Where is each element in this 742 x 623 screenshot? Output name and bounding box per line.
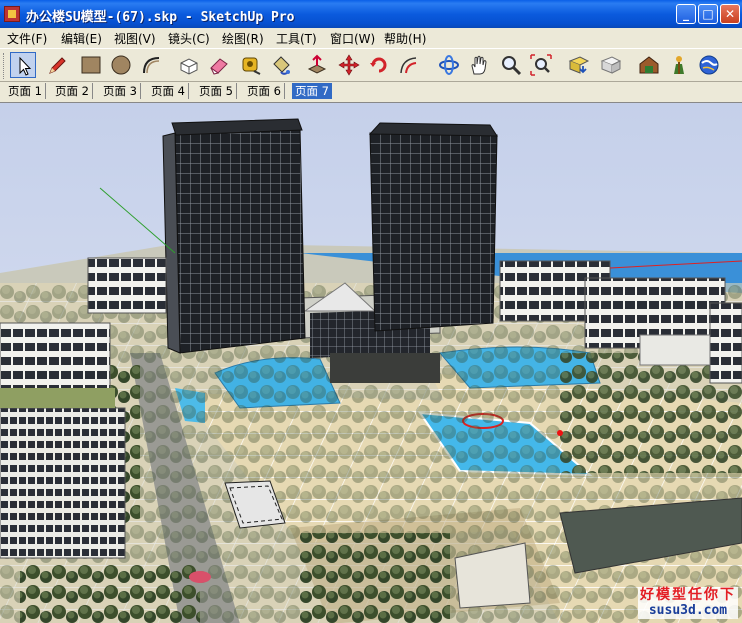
rectangle-tool-button[interactable] — [78, 52, 104, 78]
google-earth-tool-button[interactable] — [696, 52, 722, 78]
hand-icon — [471, 55, 487, 75]
pan-tool-button[interactable] — [466, 52, 492, 78]
menu-bar: 文件(F) 编辑(E) 视图(V) 镜头(C) 绘图(R) 工具(T) 窗口(W… — [0, 28, 742, 48]
orbit-icon — [439, 55, 459, 75]
arrow-cursor-icon — [19, 56, 32, 76]
offset-icon — [400, 57, 417, 74]
orbit-tool-button[interactable] — [436, 52, 462, 78]
menu-camera[interactable]: 镜头(C) — [168, 30, 210, 47]
rectangle-icon — [81, 56, 101, 74]
tab-scene-4[interactable]: 页面 4 — [148, 83, 189, 99]
zoom-tool-button[interactable] — [498, 52, 524, 78]
previous-view-icon — [568, 56, 590, 74]
tab-scene-6[interactable]: 页面 6 — [244, 83, 285, 99]
main-toolbar — [0, 48, 742, 82]
eraser-icon — [210, 58, 228, 75]
close-button[interactable]: ✕ — [720, 4, 740, 24]
line-tool-button[interactable] — [44, 52, 70, 78]
tape-measure-icon — [242, 57, 261, 75]
tab-scene-2[interactable]: 页面 2 — [52, 83, 93, 99]
component-icon — [180, 58, 198, 75]
make-component-tool-button[interactable] — [176, 52, 202, 78]
next-view-tool-button[interactable] — [598, 52, 624, 78]
tab-scene-3[interactable]: 页面 3 — [100, 83, 141, 99]
circle-icon — [111, 55, 131, 75]
menu-view[interactable]: 视图(V) — [114, 30, 156, 47]
tape-measure-tool-button[interactable] — [238, 52, 264, 78]
tab-scene-5[interactable]: 页面 5 — [196, 83, 237, 99]
model-render — [0, 103, 742, 623]
scene-tabs: 页面 1 页面 2 页面 3 页面 4 页面 5 页面 6 页面 7 — [0, 82, 742, 100]
zoom-extents-icon — [530, 54, 552, 76]
rotate-icon — [370, 57, 387, 73]
zoom-extents-tool-button[interactable] — [528, 52, 554, 78]
model-viewport[interactable]: 好模型任你下 susu3d.com — [0, 102, 742, 623]
share-model-tool-button[interactable] — [666, 52, 692, 78]
next-view-icon — [600, 56, 622, 74]
eraser-tool-button[interactable] — [206, 52, 232, 78]
menu-window[interactable]: 窗口(W) — [330, 30, 375, 47]
pencil-icon — [49, 57, 66, 74]
push-pull-tool-button[interactable] — [304, 52, 330, 78]
push-pull-icon — [307, 54, 327, 74]
menu-tools[interactable]: 工具(T) — [276, 30, 317, 47]
circle-tool-button[interactable] — [108, 52, 134, 78]
move-tool-button[interactable] — [336, 52, 362, 78]
menu-file[interactable]: 文件(F) — [7, 30, 47, 47]
globe-icon — [699, 55, 719, 75]
paint-bucket-tool-button[interactable] — [268, 52, 294, 78]
minimize-button[interactable]: _ — [676, 4, 696, 24]
move-icon — [338, 54, 360, 76]
watermark-slogan: 好模型任你下 — [638, 587, 738, 603]
title-bar: 办公楼SU模型-(67).skp - SketchUp Pro _ □ ✕ — [0, 0, 742, 28]
arc-icon — [143, 57, 160, 74]
menu-edit[interactable]: 编辑(E) — [61, 30, 102, 47]
maximize-button[interactable]: □ — [698, 4, 718, 24]
tab-scene-7[interactable]: 页面 7 — [292, 83, 332, 99]
rotate-tool-button[interactable] — [366, 52, 392, 78]
sketchup-app-icon[interactable] — [4, 6, 20, 22]
magnifier-icon — [502, 56, 522, 76]
share-icon — [674, 56, 684, 74]
select-tool-button[interactable] — [10, 52, 36, 78]
toolbar-grip[interactable] — [3, 53, 7, 79]
site-watermark: 好模型任你下 susu3d.com — [638, 587, 738, 619]
previous-view-tool-button[interactable] — [566, 52, 592, 78]
warehouse-icon — [639, 56, 659, 74]
get-models-tool-button[interactable] — [636, 52, 662, 78]
menu-draw[interactable]: 绘图(R) — [222, 30, 264, 47]
arc-tool-button[interactable] — [138, 52, 164, 78]
menu-help[interactable]: 帮助(H) — [384, 30, 426, 47]
watermark-url: susu3d.com — [638, 603, 738, 619]
tab-scene-1[interactable]: 页面 1 — [5, 83, 46, 99]
offset-tool-button[interactable] — [396, 52, 422, 78]
paint-bucket-icon — [273, 56, 290, 75]
window-title: 办公楼SU模型-(67).skp - SketchUp Pro — [26, 10, 295, 25]
